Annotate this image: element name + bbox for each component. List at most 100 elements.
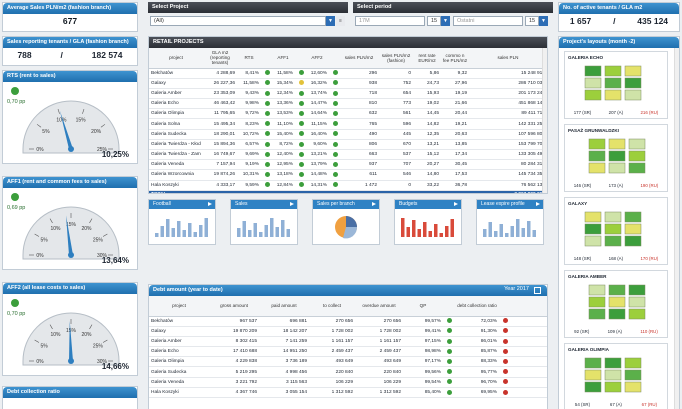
debt-col-header[interactable]: paid amount (259, 296, 309, 317)
debt-col-header[interactable]: debt collection ratio (455, 296, 499, 317)
table-row[interactable]: Hala Koszyki 4 367 746 3 055 154 1 312 592 1… (149, 387, 547, 399)
period-to-input[interactable]: Ostatni (453, 16, 523, 26)
table-cell: Galeria Wzorcownia (149, 169, 203, 181)
tile-lease-expire-profile[interactable]: Lease expire profile (476, 199, 544, 245)
table-row[interactable]: Galeria Echo 17 410 688 14 951 250 2 459 43… (149, 346, 547, 358)
table-row[interactable]: Galeria Wzorcownia 19 874,26 10,31% 13,18% 1… (149, 169, 547, 181)
tile-sales[interactable]: Sales (230, 199, 298, 245)
debt-col-header[interactable]: gross amount (209, 296, 259, 317)
table-cell: 270 656 (355, 316, 403, 327)
table-row[interactable]: Galeria Echo 46 463,42 9,98% 13,36% 14,47% 81… (149, 98, 547, 110)
table-cell: 3 115 563 (259, 377, 309, 388)
table-cell: 14,47% (305, 98, 329, 110)
projects-col-header[interactable]: AFF2 (305, 48, 329, 69)
table-cell: 3 055 154 (259, 387, 309, 399)
table-cell: 153 799 703 (469, 139, 547, 151)
table-row[interactable]: Galeria Olimpia 11 795,65 9,72% 13,53% 14,64… (149, 108, 547, 120)
table-cell: 99,54% (403, 377, 443, 388)
calendar-icon[interactable] (534, 287, 541, 294)
table-cell: 20,63 (441, 129, 469, 140)
debt-col-header[interactable] (443, 296, 455, 317)
status-dot-icon (443, 387, 455, 399)
table-cell: 596 (379, 118, 413, 130)
layout-card[interactable]: GALERIA OLIMPIA 54 (SR) 67 (A) 67 (RU) (564, 343, 668, 409)
layout-card[interactable]: GALAXY 148 (SR) 168 (A) 170 (RU) (564, 197, 668, 265)
table-row[interactable]: Bełchatów 967 537 696 881 270 656 270 656 99,… (149, 316, 547, 327)
status-dot-icon (299, 80, 304, 86)
status-dot-icon (299, 161, 304, 167)
projects-col-header[interactable]: sales PLN (469, 48, 547, 69)
projects-col-header[interactable]: rent rate EUR/m2 (413, 48, 441, 69)
layout-card[interactable]: GALERIA AMBER 92 (SR) 109 (A) 110 (RU) (564, 270, 668, 338)
table-cell: 11,58% (271, 68, 295, 79)
tile-football[interactable]: Football (148, 199, 216, 245)
projects-col-header[interactable]: commo n fee PLN/m2 (441, 48, 469, 69)
table-row[interactable]: Galeria Amber 8 302 415 7 141 259 1 161 157… (149, 336, 547, 348)
debt-col-header[interactable] (499, 296, 547, 317)
table-row[interactable]: Galeria Sudecka 18 290,01 10,72% 15,40% 16,4… (149, 129, 547, 140)
chevron-down-icon[interactable]: ▼ (539, 16, 548, 26)
table-row[interactable]: Galeria Veneda 3 221 792 3 115 563 106 229 1… (149, 377, 547, 388)
layout-card[interactable]: PASAŻ GRUNWALDZKI 146 (SR) 173 (A) 190 (RU) (564, 124, 668, 192)
table-row[interactable]: Galeria Olimpia 4 229 838 3 736 189 493 649… (149, 356, 547, 368)
projects-col-header[interactable] (295, 48, 305, 69)
debt-year-label[interactable]: Year 2017 (504, 286, 529, 292)
table-row[interactable]: Galaxy 26 227,36 11,58% 15,34% 16,32% 938 752 2… (149, 78, 547, 89)
gauge-value: 14,66% (101, 362, 129, 371)
table-cell: Bełchatów (149, 316, 209, 327)
table-cell: 14,45 (413, 108, 441, 120)
period-to-year[interactable]: 15 (525, 16, 539, 26)
projects-col-header[interactable]: AFF1 (271, 48, 295, 69)
layout-card[interactable]: GALERIA ECHO 177 (SR) 207 (A) 216 (RU) (564, 51, 668, 119)
status-dot-icon (261, 88, 271, 100)
table-cell: 4 229 838 (209, 356, 259, 368)
chevron-down-icon[interactable]: ▼ (441, 16, 450, 26)
table-cell: 91,30% (455, 326, 499, 337)
table-cell: 9,69% (237, 149, 261, 161)
table-row[interactable]: Hala Koszyki 4 333,17 9,59% 12,84% 14,31% 1 4… (149, 180, 547, 191)
debt-col-header[interactable]: project (149, 296, 209, 317)
projects-col-header[interactable]: GLA m2 (reporting tenants) (203, 48, 237, 69)
projects-scrollbar[interactable] (542, 48, 547, 193)
projects-col-header[interactable]: project (149, 48, 203, 69)
gauge-tick-label: 0% (36, 147, 44, 153)
gauge-tick-label: 10% (50, 226, 61, 232)
debt-col-header[interactable]: QP (403, 296, 443, 317)
chevron-down-icon[interactable]: ▼ (326, 16, 335, 26)
table-row[interactable]: Galeria Sudecka 5 219 295 4 998 456 220 840… (149, 366, 547, 378)
table-row[interactable]: Galeria Solna 15 495,34 8,23% 11,10% 11,15% 7… (149, 118, 547, 130)
table-cell: Galeria Olimpia (149, 108, 203, 120)
table-cell: 20,27 (413, 159, 441, 171)
table-row[interactable]: Galeria Twierdza - Kłod 15 894,36 6,57% 8,7… (149, 139, 547, 151)
table-cell: 17 410 688 (209, 346, 259, 358)
table-cell: 23 353,09 (203, 88, 237, 100)
status-dot-icon (443, 366, 455, 378)
period-from-input[interactable]: 17M (355, 16, 425, 26)
layouts-scrollbar[interactable] (674, 48, 679, 409)
table-row[interactable]: Galeria Twierdza - Zam 16 749,67 9,69% 12,4… (149, 149, 547, 161)
table-cell: 15,93 (413, 88, 441, 100)
projects-col-header[interactable]: sales PLN/m2 (fashion) (379, 48, 413, 69)
table-row[interactable]: Bełchatów 4 288,69 8,41% 11,58% 12,60% 296 0 5,… (149, 68, 547, 79)
projects-col-header[interactable] (329, 48, 339, 69)
table-cell: 220 840 (355, 366, 403, 378)
table-row[interactable]: Galeria Veneda 7 157,94 9,19% 12,95% 13,79% 9… (149, 159, 547, 171)
table-row[interactable]: Galaxy 19 870 209 18 142 207 1 728 002 1 728… (149, 326, 547, 337)
filter-icon[interactable]: ≡ (336, 16, 345, 26)
project-select[interactable]: (All) (150, 16, 326, 26)
layout-stat-a: 207 (A) (608, 110, 624, 115)
status-dot-icon (265, 141, 270, 147)
debt-col-header[interactable]: overdue amount (355, 296, 403, 317)
period-from-year[interactable]: 15 (427, 16, 441, 26)
tile-sales-per-branch[interactable]: Sales per branch (312, 199, 380, 245)
tile-thumbnail (483, 219, 536, 237)
projects-col-header[interactable]: sales PLN/m2 (339, 48, 379, 69)
projects-col-header[interactable]: RTS (237, 48, 261, 69)
status-dot-icon (503, 379, 508, 385)
debt-col-header[interactable]: to collect (309, 296, 355, 317)
projects-col-header[interactable] (261, 48, 271, 69)
tile-budgets[interactable]: Budgets (394, 199, 462, 245)
table-cell: 10,31% (237, 169, 261, 181)
gauge-tick-label: 20% (81, 332, 92, 338)
table-row[interactable]: Galeria Amber 23 353,09 9,43% 12,34% 13,74% 7… (149, 88, 547, 100)
